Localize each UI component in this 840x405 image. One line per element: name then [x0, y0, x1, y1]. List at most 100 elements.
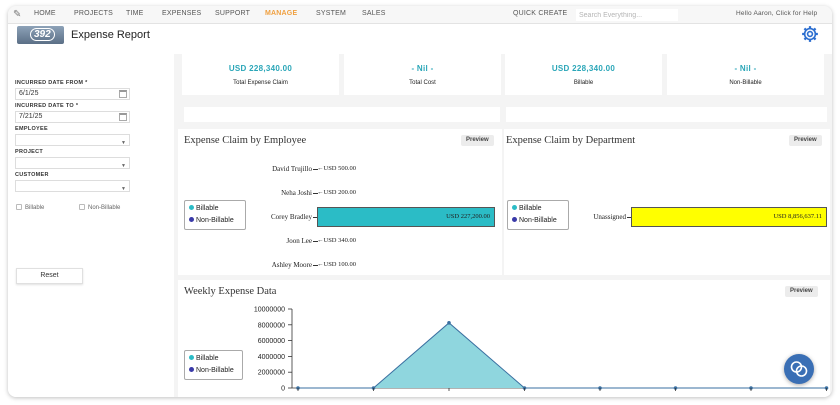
- billable-checkbox-label: Billable: [25, 205, 45, 211]
- nav-time[interactable]: TIME: [126, 10, 144, 17]
- billable-checkbox[interactable]: Billable: [16, 204, 44, 211]
- y-tick-label: 8000000: [258, 322, 285, 329]
- legend-item-billable[interactable]: Billable: [189, 203, 241, 215]
- reset-button[interactable]: Reset: [16, 268, 83, 284]
- chevron-down-icon: ▼: [121, 163, 126, 169]
- nav-expenses[interactable]: EXPENSES: [162, 10, 201, 17]
- bar-category-label: Unassigned: [593, 213, 626, 221]
- bar-value-label: ←USD 100.00: [317, 261, 357, 268]
- search-input[interactable]: [576, 9, 678, 21]
- customer-label: CUSTOMER: [15, 172, 49, 178]
- non-billable-checkbox[interactable]: Non-Billable: [79, 204, 120, 211]
- kpi-value: - Nil -: [411, 64, 434, 73]
- quick-create-button[interactable]: QUICK CREATE: [513, 10, 567, 17]
- preview-button[interactable]: Preview: [789, 135, 822, 146]
- series-line: [298, 322, 827, 389]
- project-label: PROJECT: [15, 149, 44, 155]
- legend-dot: [512, 205, 517, 210]
- legend-label: Non-Billable: [196, 217, 234, 224]
- legend-item-billable[interactable]: Billable: [512, 203, 564, 215]
- legend-dot: [189, 217, 194, 222]
- nav-sales[interactable]: SALES: [362, 10, 386, 17]
- page-title: Expense Report: [71, 29, 150, 41]
- chevron-down-icon: ▼: [121, 186, 126, 192]
- bar-value-label: ←USD 340.00: [317, 237, 357, 244]
- panel-title: Expense Claim by Employee: [184, 135, 307, 146]
- date-from-label: INCURRED DATE FROM *: [15, 80, 88, 86]
- legend-item-non-billable[interactable]: Non-Billable: [512, 215, 564, 227]
- panel-title: Expense Claim by Department: [506, 135, 636, 146]
- nav-manage[interactable]: MANAGE: [265, 10, 297, 17]
- chart-legend: Billable Non-Billable: [184, 200, 246, 230]
- kpi-label: Non-Billable: [729, 80, 762, 86]
- date-from-field[interactable]: 6/1/25: [15, 88, 130, 100]
- kpi-label: Billable: [573, 80, 594, 86]
- kpi-value: - Nil -: [734, 64, 757, 73]
- filter-panel: INCURRED DATE FROM * 6/1/25 INCURRED DAT…: [8, 54, 174, 397]
- bar-category-label: Joon Lee: [286, 237, 312, 245]
- kpi-value: USD 228,340.00: [551, 64, 616, 73]
- chevron-down-icon: ▼: [121, 140, 126, 146]
- bar-category-label: Corey Bradley: [270, 213, 312, 221]
- bar-value-label: USD 8,856,637.11: [773, 213, 822, 220]
- bar-value-label: ←USD 200.00: [317, 189, 357, 196]
- y-tick-label: 2000000: [258, 370, 285, 377]
- date-to-label: INCURRED DATE TO *: [15, 103, 79, 109]
- checkbox-box[interactable]: [79, 204, 85, 210]
- panel-weekly-expense: Weekly Expense Data Preview Billable Non…: [178, 280, 830, 397]
- chart-legend: Billable Non-Billable: [507, 200, 569, 230]
- kpi-total-expense-claim: USD 228,340.00 Total Expense Claim: [182, 54, 339, 95]
- date-to-value: 7/21/25: [19, 113, 43, 120]
- panel-expense-by-employee: Expense Claim by Employee Preview Billab…: [178, 129, 502, 275]
- nav-system[interactable]: SYSTEM: [316, 10, 346, 17]
- user-help-link[interactable]: Hello Aaron, Click for Help: [736, 10, 817, 17]
- nav-projects[interactable]: PROJECTS: [74, 10, 113, 17]
- kpi-value: USD 228,340.00: [228, 64, 293, 73]
- legend-dot: [512, 217, 517, 222]
- legend-label: Billable: [196, 205, 219, 212]
- logo-text: 392: [30, 28, 55, 41]
- non-billable-checkbox-label: Non-Billable: [88, 205, 121, 211]
- employee-select[interactable]: ▼: [15, 134, 130, 146]
- gear-icon[interactable]: [801, 25, 819, 43]
- checkbox-box[interactable]: [16, 204, 22, 210]
- y-tick-label: 0: [281, 386, 285, 393]
- calendar-icon[interactable]: [119, 113, 127, 121]
- area-fill: [298, 322, 827, 388]
- kpi-total-cost: - Nil - Total Cost: [344, 54, 501, 95]
- legend-label: Billable: [519, 205, 542, 212]
- y-tick-label: 4000000: [258, 354, 285, 361]
- nav-home[interactable]: HOME: [34, 10, 56, 17]
- data-point[interactable]: [447, 321, 451, 325]
- legend-label: Non-Billable: [519, 217, 557, 224]
- legend-dot: [189, 205, 194, 210]
- weekly-area-chart: 0 2000000 4000000 6000000 8000000 10000000: [254, 307, 829, 393]
- bar-value-label: USD 227,200.00: [446, 213, 490, 220]
- date-to-field[interactable]: 7/21/25: [15, 111, 130, 123]
- calendar-icon[interactable]: [119, 90, 127, 98]
- kpi-label: Total Expense Claim: [233, 80, 288, 86]
- bar-category-label: David Trujillo: [272, 165, 312, 173]
- home-logo-icon[interactable]: ✎: [13, 9, 24, 20]
- bar-category-label: Neha Joshi: [281, 189, 312, 197]
- chat-icon: [790, 361, 808, 377]
- filter-summary-strip: [506, 107, 827, 122]
- bar-value-label: ←USD 500.00: [317, 165, 357, 172]
- kpi-billable: USD 228,340.00 Billable: [505, 54, 662, 95]
- preview-button[interactable]: Preview: [461, 135, 494, 146]
- kpi-label: Total Cost: [409, 80, 436, 86]
- customer-select[interactable]: ▼: [15, 180, 130, 192]
- app-window: ✎ HOME PROJECTS TIME EXPENSES SUPPORT MA…: [8, 6, 832, 397]
- bar-category-label: Ashley Moore: [271, 261, 312, 269]
- y-tick-label: 6000000: [258, 338, 285, 345]
- company-logo: 392: [17, 26, 64, 44]
- panel-expense-by-department: Expense Claim by Department Preview Bill…: [504, 129, 830, 275]
- top-nav: ✎ HOME PROJECTS TIME EXPENSES SUPPORT MA…: [8, 6, 832, 24]
- page-header: 392 Expense Report: [8, 24, 832, 54]
- legend-item-non-billable[interactable]: Non-Billable: [189, 215, 241, 227]
- nav-support[interactable]: SUPPORT: [215, 10, 250, 17]
- help-chat-button[interactable]: [784, 354, 814, 384]
- project-select[interactable]: ▼: [15, 157, 130, 169]
- employee-label: EMPLOYEE: [15, 126, 48, 132]
- kpi-non-billable: - Nil - Non-Billable: [667, 54, 824, 95]
